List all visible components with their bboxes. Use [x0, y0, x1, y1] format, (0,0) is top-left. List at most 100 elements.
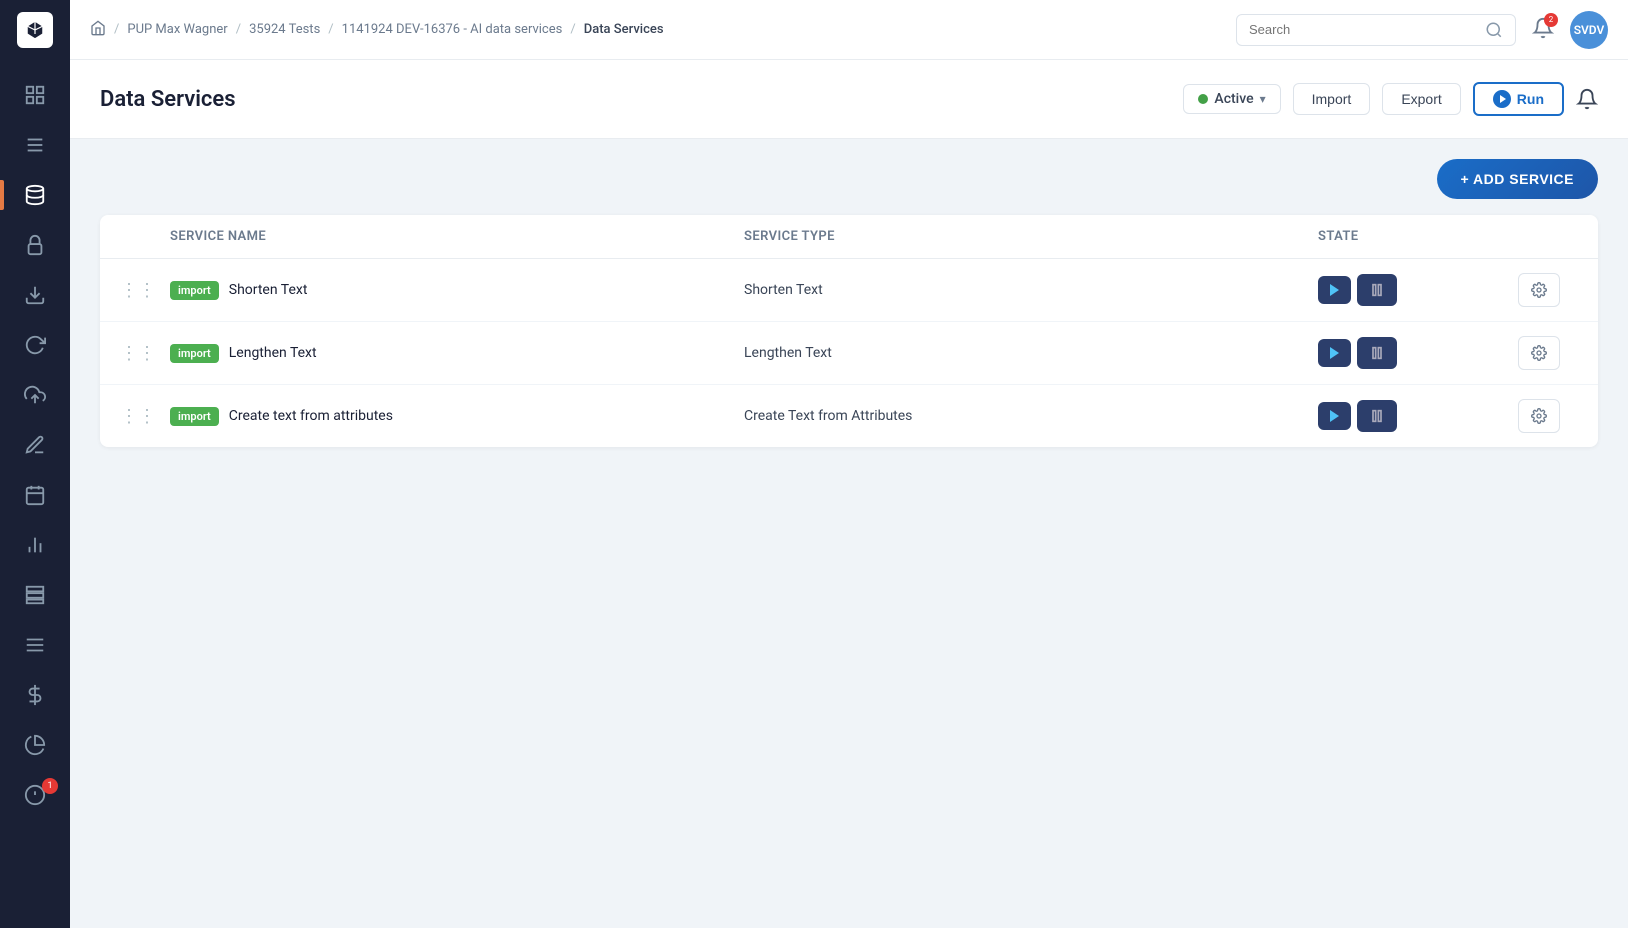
breadcrumb-pup[interactable]: PUP Max Wagner	[127, 22, 227, 37]
header-actions: Active ▾ Import Export Run	[1183, 82, 1598, 116]
sidebar-item-chart[interactable]	[0, 520, 70, 570]
topbar-right: 2 SVDV	[1236, 11, 1608, 49]
state-controls-3	[1318, 400, 1518, 432]
page-title: Data Services	[100, 87, 1183, 112]
notification-badge: 2	[1544, 13, 1558, 27]
sidebar-item-rows[interactable]	[0, 570, 70, 620]
gear-button-2[interactable]	[1518, 336, 1560, 370]
gear-icon-1	[1531, 282, 1547, 298]
drag-handle-3[interactable]: ⋮⋮	[120, 406, 170, 427]
logo-icon	[17, 12, 53, 48]
service-name-text-2: Lengthen Text	[229, 345, 317, 361]
page-header: Data Services Active ▾ Import Export Run	[70, 60, 1628, 139]
gear-button-1[interactable]	[1518, 273, 1560, 307]
gear-icon-3	[1531, 408, 1547, 424]
sidebar-item-database[interactable]	[0, 170, 70, 220]
search-input[interactable]	[1249, 22, 1485, 37]
services-table: Service Name Service Type State ⋮⋮ impor…	[100, 215, 1598, 447]
header-drag-col	[120, 229, 170, 244]
main-content: / PUP Max Wagner / 35924 Tests / 1141924…	[70, 0, 1628, 928]
breadcrumb-dev[interactable]: 1141924 DEV-16376 - AI data services	[342, 22, 563, 37]
sidebar-item-upload[interactable]	[0, 370, 70, 420]
sidebar-item-refresh[interactable]	[0, 320, 70, 370]
sidebar-item-calendar[interactable]	[0, 470, 70, 520]
status-label: Active	[1214, 91, 1253, 107]
run-button[interactable]: Run	[1473, 82, 1564, 116]
breadcrumb: / PUP Max Wagner / 35924 Tests / 1141924…	[90, 20, 1236, 40]
service-name-2: import Lengthen Text	[170, 344, 744, 363]
service-name-1: import Shorten Text	[170, 281, 744, 300]
alert-badge: 1	[42, 778, 58, 794]
import-button[interactable]: Import	[1293, 83, 1371, 115]
sidebar-item-alert[interactable]: 1	[0, 770, 70, 820]
service-type-3: Create Text from Attributes	[744, 408, 1318, 424]
pause-icon-2	[1369, 345, 1385, 361]
table-row: ⋮⋮ import Create text from attributes Cr…	[100, 385, 1598, 447]
run-label: Run	[1517, 91, 1544, 107]
gear-button-3[interactable]	[1518, 399, 1560, 433]
run-icon	[1493, 90, 1511, 108]
play-button-3[interactable]	[1318, 402, 1351, 430]
page-bell-button[interactable]	[1576, 88, 1598, 110]
settings-col-1	[1518, 273, 1578, 307]
pause-button-3[interactable]	[1357, 400, 1397, 432]
import-tag-2: import	[170, 344, 219, 363]
drag-handle-1[interactable]: ⋮⋮	[120, 280, 170, 301]
sidebar-item-pencil[interactable]	[0, 420, 70, 470]
search-box[interactable]	[1236, 14, 1516, 46]
page-content: Data Services Active ▾ Import Export Run	[70, 60, 1628, 928]
pause-icon-3	[1369, 408, 1385, 424]
content-area: + ADD SERVICE Service Name Service Type …	[70, 139, 1628, 467]
sidebar-item-menu[interactable]	[0, 620, 70, 670]
breadcrumb-home[interactable]	[90, 20, 106, 40]
pause-button-2[interactable]	[1357, 337, 1397, 369]
service-name-3: import Create text from attributes	[170, 407, 744, 426]
breadcrumb-current: Data Services	[584, 22, 664, 37]
service-name-text-1: Shorten Text	[229, 282, 308, 298]
pause-button-1[interactable]	[1357, 274, 1397, 306]
sidebar-item-list[interactable]	[0, 120, 70, 170]
play-button-1[interactable]	[1318, 276, 1351, 304]
gear-icon-2	[1531, 345, 1547, 361]
state-controls-2	[1318, 337, 1518, 369]
sidebar-item-dollar[interactable]	[0, 670, 70, 720]
search-icon	[1485, 21, 1503, 39]
play-icon-2	[1330, 347, 1339, 359]
header-service-type: Service Type	[744, 229, 1318, 244]
import-tag-3: import	[170, 407, 219, 426]
settings-col-3	[1518, 399, 1578, 433]
sidebar-item-pie[interactable]	[0, 720, 70, 770]
chevron-down-icon: ▾	[1260, 92, 1266, 106]
breadcrumb-sep-4: /	[570, 22, 575, 37]
sidebar-logo[interactable]	[0, 0, 70, 60]
sidebar-item-dashboard[interactable]	[0, 70, 70, 120]
play-icon-1	[1330, 284, 1339, 296]
status-badge[interactable]: Active ▾	[1183, 84, 1280, 114]
bell-page-icon	[1576, 88, 1598, 110]
sidebar-nav: 1	[0, 60, 70, 928]
play-icon-3	[1330, 410, 1339, 422]
import-tag-1: import	[170, 281, 219, 300]
topbar: / PUP Max Wagner / 35924 Tests / 1141924…	[70, 0, 1628, 60]
drag-handle-2[interactable]: ⋮⋮	[120, 343, 170, 364]
breadcrumb-sep-1: /	[114, 22, 119, 37]
notification-button[interactable]: 2	[1532, 17, 1554, 43]
header-actions-col	[1518, 229, 1578, 244]
pause-icon-1	[1369, 282, 1385, 298]
breadcrumb-tests[interactable]: 35924 Tests	[249, 22, 320, 37]
service-type-2: Lengthen Text	[744, 345, 1318, 361]
avatar[interactable]: SVDV	[1570, 11, 1608, 49]
sidebar-item-lock[interactable]	[0, 220, 70, 270]
sidebar-item-download[interactable]	[0, 270, 70, 320]
breadcrumb-sep-2: /	[236, 22, 241, 37]
service-type-1: Shorten Text	[744, 282, 1318, 298]
add-service-button[interactable]: + ADD SERVICE	[1437, 159, 1598, 199]
table-row: ⋮⋮ import Shorten Text Shorten Text	[100, 259, 1598, 322]
table-row: ⋮⋮ import Lengthen Text Lengthen Text	[100, 322, 1598, 385]
export-button[interactable]: Export	[1382, 83, 1460, 115]
service-name-text-3: Create text from attributes	[229, 408, 393, 424]
header-state: State	[1318, 229, 1518, 244]
play-button-2[interactable]	[1318, 339, 1351, 367]
status-dot	[1198, 94, 1208, 104]
header-service-name: Service Name	[170, 229, 744, 244]
